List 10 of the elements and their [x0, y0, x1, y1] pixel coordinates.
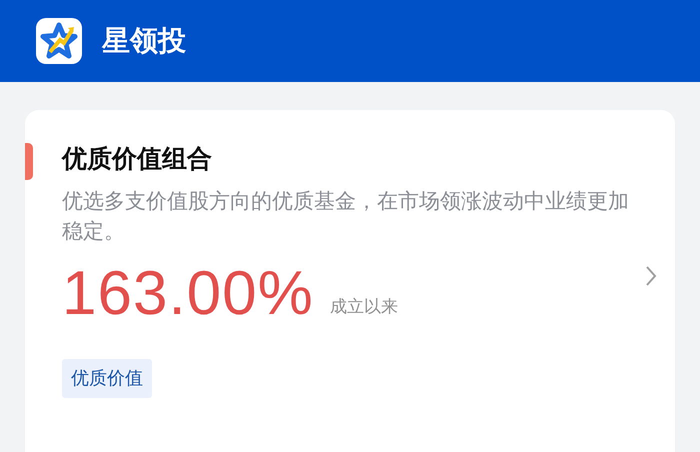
fund-card[interactable]: 优质价值组合 优选多支价值股方向的优质基金，在市场领涨波动中业绩更加稳定。 163.00% 成立以来 优质价值 — [25, 110, 675, 452]
app-logo-icon — [36, 18, 82, 64]
return-label: 成立以来 — [330, 296, 398, 320]
app-title: 星领投 — [102, 23, 186, 59]
chevron-right-icon[interactable] — [645, 265, 657, 287]
fund-description: 优选多支价值股方向的优质基金，在市场领涨波动中业绩更加稳定。 — [62, 188, 630, 246]
fund-title: 优质价值组合 — [62, 144, 213, 174]
accent-marker — [25, 143, 33, 180]
return-value: 163.00% — [62, 262, 314, 325]
tag: 优质价值 — [62, 358, 152, 398]
